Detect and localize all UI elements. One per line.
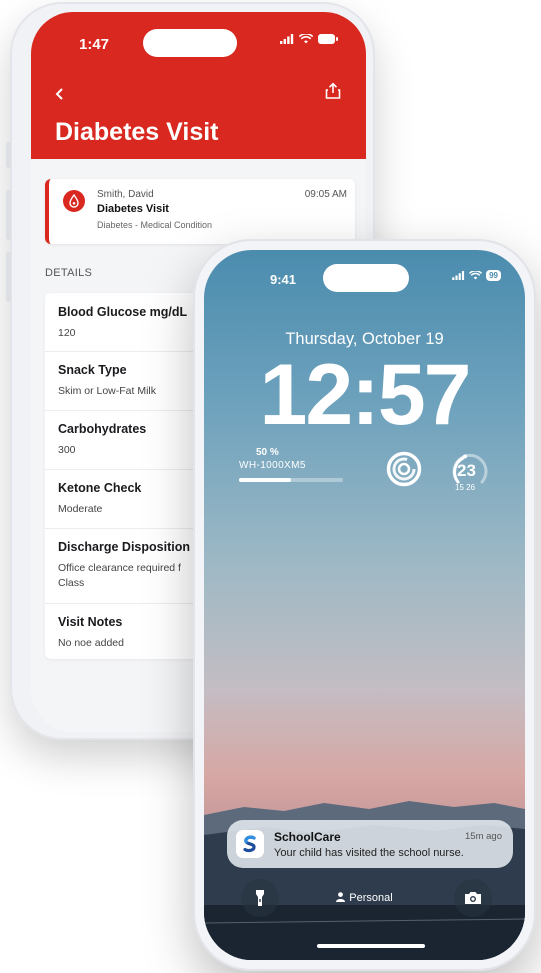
detail-label: Blood Glucose mg/dL — [58, 305, 188, 319]
notification-message: Your child has visited the school nurse. — [274, 847, 464, 859]
camera-button[interactable] — [454, 879, 492, 917]
share-icon[interactable] — [324, 82, 342, 105]
details-section-label: DETAILS — [45, 267, 93, 279]
camera-icon — [465, 892, 481, 904]
detail-label: Visit Notes — [58, 615, 123, 629]
headphone-battery-bar — [239, 478, 343, 482]
blood-drop-icon — [63, 190, 85, 212]
detail-value: No noe added — [58, 637, 124, 649]
visit-card[interactable]: Smith, David 09:05 AM Diabetes Visit Dia… — [45, 179, 355, 244]
status-time: 1:47 — [79, 36, 110, 53]
headphone-battery-fill — [239, 478, 291, 482]
person-icon — [336, 892, 346, 902]
side-button — [6, 142, 11, 168]
wifi-icon — [469, 271, 483, 280]
detail-value: 120 — [58, 327, 76, 339]
battery-icon — [318, 34, 338, 44]
dynamic-island — [323, 264, 409, 292]
home-indicator[interactable] — [317, 944, 425, 948]
volume-down-button — [6, 252, 11, 302]
lock-clock: 12:57 — [259, 347, 472, 443]
headphone-device-name: WH-1000XM5 — [239, 460, 306, 471]
signal-icon — [452, 271, 465, 280]
wifi-icon — [299, 34, 313, 44]
visit-subtitle: Diabetes - Medical Condition — [97, 220, 213, 230]
battery-level: 99 — [486, 270, 501, 281]
volume-up-button — [6, 190, 11, 240]
detail-value: Office clearance required f Class — [58, 562, 181, 589]
detail-value: Moderate — [58, 503, 103, 515]
signal-icon — [280, 34, 294, 44]
notification-time: 15m ago — [465, 831, 502, 842]
app-header: 1:47 Diabetes Visit — [31, 12, 366, 159]
activity-rings-icon — [386, 451, 422, 487]
page-title: Diabetes Visit — [55, 118, 219, 146]
temperature-range: 15 26 — [455, 483, 476, 492]
status-time: 9:41 — [270, 272, 297, 287]
lock-screen: 9:41 99 Thursday, October 19 12:57 50 % … — [204, 250, 525, 960]
back-chevron-icon[interactable] — [55, 84, 65, 107]
dynamic-island — [143, 29, 237, 57]
detail-value: 300 — [58, 444, 76, 456]
detail-label: Discharge Disposition — [58, 540, 190, 554]
headphone-battery-percent: 50 % — [256, 447, 279, 458]
detail-value: Skim or Low-Fat Milk — [58, 385, 157, 397]
status-icons — [280, 34, 338, 44]
detail-label: Snack Type — [58, 363, 127, 377]
visit-title: Diabetes Visit — [97, 203, 169, 215]
detail-label: Carbohydrates — [58, 422, 147, 436]
temperature-value: 23 — [457, 461, 476, 480]
front-phone: 9:41 99 Thursday, October 19 12:57 50 % … — [193, 239, 536, 971]
notification-card[interactable]: SchoolCare 15m ago Your child has visite… — [227, 820, 513, 868]
detail-label: Ketone Check — [58, 481, 142, 495]
focus-label: Personal — [349, 892, 393, 904]
notification-app-name: SchoolCare — [274, 830, 341, 844]
status-icons: 99 — [452, 270, 501, 281]
patient-name: Smith, David — [97, 189, 154, 200]
schoolcare-logo-icon — [236, 830, 264, 858]
visit-time: 09:05 AM — [304, 189, 347, 200]
